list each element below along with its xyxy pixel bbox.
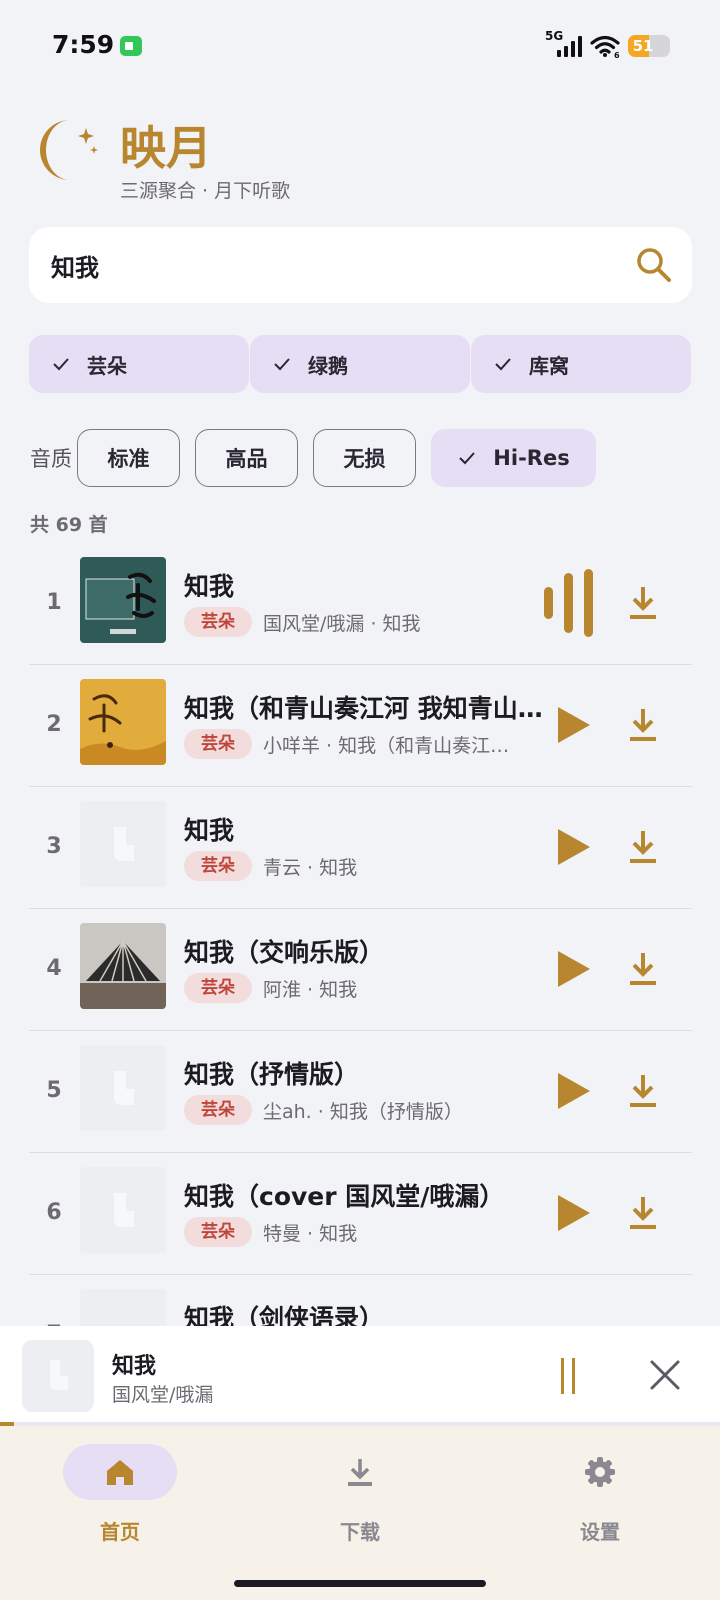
download-icon[interactable] [627,707,659,743]
search-bar [29,227,692,303]
bottom-nav: 首页 下载 设置 [0,1426,720,1600]
source-badge: 芸朵 [184,729,252,759]
app-subtitle: 三源聚合 · 月下听歌 [120,180,291,202]
song-index: 7 [29,1273,79,1326]
play-icon[interactable] [554,949,594,989]
check-icon [53,358,69,371]
battery-level: 51 [632,37,654,55]
mini-player[interactable]: 知我 国风堂/哦漏 [0,1326,720,1426]
quality-label: 音质 [30,447,72,471]
download-icon[interactable] [627,829,659,865]
song-meta: 青云 · 知我 [263,857,358,879]
play-icon[interactable] [554,1193,594,1233]
nav-label: 下载 [340,1520,380,1544]
download-icon[interactable] [627,585,659,621]
download-icon[interactable] [627,1195,659,1231]
song-row[interactable]: 1 知我 芸朵 国风堂/哦漏 · 知我 [29,541,692,665]
song-row[interactable]: 2 知我（和青山奏江河 我知青山… 芸朵 小咩羊 · 知我（和青山奏江… [29,663,692,787]
search-icon[interactable] [634,245,674,285]
source-label: 库窝 [529,353,569,378]
source-badge: 芸朵 [184,1095,252,1125]
album-cover[interactable] [80,679,166,765]
song-title: 知我（剑侠语录） [184,1304,385,1326]
pause-icon[interactable] [558,1356,580,1396]
song-meta: 尘ah. · 知我（抒情版） [263,1101,463,1123]
song-row[interactable]: 6 知我（cover 国风堂/哦漏） 芸朵 特曼 · 知我 [29,1151,692,1275]
song-index: 5 [46,1078,62,1103]
song-row[interactable]: 7 知我（剑侠语录） [29,1273,692,1326]
nav-label: 设置 [580,1520,620,1544]
wifi-icon: 6 [590,35,620,58]
song-meta: 小咩羊 · 知我（和青山奏江… [263,735,510,757]
source-chip-lve[interactable]: 绿鹅 [250,335,470,393]
song-title: 知我（cover 国风堂/哦漏） [184,1182,505,1211]
signal-icon [557,36,582,57]
facetime-icon [120,36,142,56]
play-icon[interactable] [554,705,594,745]
search-input[interactable] [51,227,611,303]
nav-home[interactable]: 首页 [45,1444,205,1564]
source-badge: 芸朵 [184,973,252,1003]
song-meta: 特曼 · 知我 [263,1223,358,1245]
download-icon [348,1459,372,1486]
song-index: 3 [46,834,62,859]
song-index: 2 [46,712,62,737]
wifi-label: 6 [614,51,620,58]
nav-settings[interactable]: 设置 [525,1444,685,1564]
mini-player-artist: 国风堂/哦漏 [112,1384,214,1406]
quality-chip-standard[interactable]: 标准 [77,429,180,487]
song-index: 4 [46,956,62,981]
source-label: 绿鹅 [308,353,348,378]
quality-chip-high[interactable]: 高品 [195,429,298,487]
nav-download[interactable]: 下载 [285,1444,445,1564]
battery-indicator: 51 [628,35,670,57]
song-index: 1 [46,590,62,615]
song-title: 知我（抒情版） [184,1060,360,1089]
song-title: 知我 [184,816,235,845]
source-chip-yunduo[interactable]: 芸朵 [29,335,249,393]
song-title: 知我（交响乐版） [184,938,385,967]
nav-label: 首页 [100,1520,140,1544]
source-badge: 芸朵 [184,851,252,881]
album-cover-placeholder[interactable] [80,1289,166,1326]
album-cover-placeholder[interactable] [80,801,166,887]
app-title: 映月 [120,121,212,175]
album-cover-placeholder[interactable] [80,1045,166,1131]
song-row[interactable]: 3 知我 芸朵 青云 · 知我 [29,785,692,909]
play-icon[interactable] [554,1071,594,1111]
quality-chip-lossless[interactable]: 无损 [313,429,416,487]
mini-player-cover[interactable] [22,1340,94,1412]
quality-chip-hires[interactable]: Hi-Res [431,429,596,487]
album-cover-placeholder[interactable] [80,1167,166,1253]
check-icon [274,358,290,371]
moon-logo-icon [40,120,98,180]
song-index: 6 [46,1200,62,1225]
song-meta: 国风堂/哦漏 · 知我 [263,613,421,635]
song-list: 1 知我 芸朵 国风堂/哦漏 · 知我 2 知我（和青山奏江河 我知青山… 芸朵… [29,541,692,1326]
download-icon[interactable] [627,951,659,987]
home-icon [107,1460,133,1485]
source-badge: 芸朵 [184,607,252,637]
source-chip-kuwo[interactable]: 库窝 [471,335,691,393]
download-icon[interactable] [627,1073,659,1109]
mini-player-title: 知我 [112,1354,157,1379]
album-cover[interactable] [80,557,166,643]
song-title: 知我 [184,572,235,601]
song-meta: 阿淮 · 知我 [263,979,358,1001]
result-count: 共 69 首 [30,514,108,536]
album-cover[interactable] [80,923,166,1009]
check-icon [495,358,511,371]
play-icon[interactable] [554,827,594,867]
status-time: 7:59 [52,30,115,59]
check-icon [459,452,476,465]
song-row[interactable]: 4 知我（交响乐版） 芸朵 阿淮 · 知我 [29,907,692,1031]
gear-icon [585,1457,615,1487]
source-badge: 芸朵 [184,1217,252,1247]
source-label: 芸朵 [87,353,127,378]
song-title: 知我（和青山奏江河 我知青山… [184,694,543,723]
now-playing-wave-icon[interactable] [544,569,606,637]
song-row[interactable]: 5 知我（抒情版） 芸朵 尘ah. · 知我（抒情版） [29,1029,692,1153]
home-indicator [234,1580,486,1587]
close-icon[interactable] [648,1358,682,1392]
